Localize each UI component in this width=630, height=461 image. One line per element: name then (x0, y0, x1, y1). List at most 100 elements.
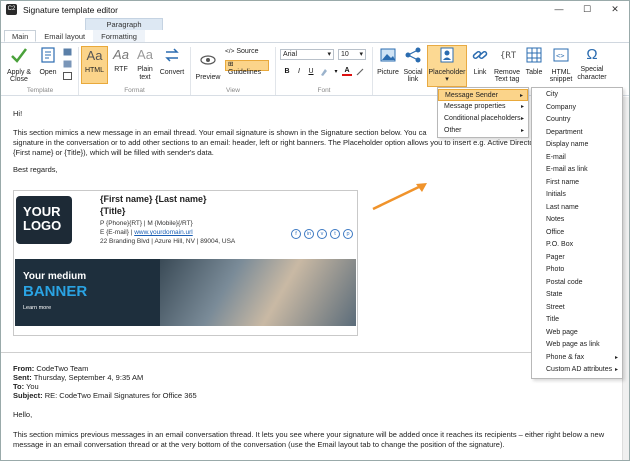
vertical-scrollbar[interactable] (622, 97, 629, 460)
signature-banner[interactable]: Your medium BANNER Learn more (15, 259, 356, 326)
close-button[interactable]: ✕ (601, 1, 629, 18)
submenu-item[interactable]: Country (532, 114, 622, 127)
clear-format-icon[interactable] (355, 67, 365, 77)
preview-button[interactable]: Preview (194, 51, 222, 81)
apply-close-button[interactable]: Apply & Close (4, 46, 34, 84)
tab-main[interactable]: Main (4, 30, 37, 42)
submenu-item[interactable]: P.O. Box (532, 239, 622, 252)
save-as-icon[interactable] (63, 60, 72, 68)
signature-address: 22 Branding Blvd | Azure Hill, NV | 8900… (100, 238, 236, 245)
signature-title: {Title} (100, 206, 126, 216)
email-paragraph-line: signature in the conversation or to add … (13, 138, 534, 147)
code-snippet-icon: <> (553, 48, 569, 62)
table-button[interactable]: Table (523, 46, 545, 76)
link-button[interactable]: Link (469, 46, 491, 76)
editor-window: C2 Signature template editor — ☐ ✕ Parag… (0, 0, 630, 461)
signature-email-line: E {E-mail} | www.yourdomain.url (100, 229, 193, 236)
signature-block[interactable]: YOUR LOGO {First name} {Last name} {Titl… (13, 190, 358, 336)
html-snippet-button[interactable]: <> HTML snippet (547, 46, 575, 84)
group-label-font: Font (317, 87, 331, 94)
submenu-item[interactable]: Department (532, 127, 622, 140)
open-file-icon (41, 47, 55, 63)
submenu-item[interactable]: Postal code (532, 277, 622, 290)
submenu-item[interactable]: Street (532, 302, 622, 315)
vimeo-icon[interactable]: v (317, 229, 327, 239)
company-logo: YOUR LOGO (16, 196, 72, 244)
menu-item-message-sender[interactable]: Message Sender ▸ (438, 89, 528, 101)
submenu-item[interactable]: Company (532, 102, 622, 115)
submenu-item[interactable]: E-mail (532, 152, 622, 165)
signature-name: {First name} {Last name} (100, 194, 207, 204)
save-icon[interactable] (63, 48, 72, 56)
rtf-format-button[interactable]: Aa RTF (110, 46, 132, 74)
svg-text:<>: <> (556, 52, 564, 60)
previous-subject: Subject: RE: CodeTwo Email Signatures fo… (13, 391, 197, 400)
email-preview-area[interactable]: Hi! This section mimics a new message in… (1, 97, 622, 460)
export-icon[interactable] (63, 72, 72, 80)
submenu-item[interactable]: First name (532, 177, 622, 190)
submenu-item[interactable]: Photo (532, 264, 622, 277)
html-aa-icon: Aa (86, 48, 103, 63)
minimize-button[interactable]: — (545, 1, 573, 18)
remove-text-tag-button[interactable]: {RT} Remove Text tag (493, 46, 522, 84)
submenu-item[interactable]: Display name (532, 139, 622, 152)
submenu-item[interactable]: Last name (532, 202, 622, 215)
submenu-item[interactable]: Notes (532, 214, 622, 227)
guidelines-icon: ⊞ (228, 61, 234, 68)
tab-email-layout[interactable]: Email layout (36, 30, 93, 42)
font-color-button[interactable]: A (342, 66, 352, 76)
tab-formatting[interactable]: Formatting (93, 30, 145, 42)
linkedin-icon[interactable]: in (304, 229, 314, 239)
font-size-select[interactable]: 10 ▾ (338, 49, 366, 60)
bold-button[interactable]: B (282, 67, 292, 77)
submenu-item[interactable]: Web page as link (532, 339, 622, 352)
font-family-select[interactable]: Arial ▾ (280, 49, 334, 60)
font-size-dropdown[interactable]: ▾ (331, 67, 341, 77)
facebook-icon[interactable]: f (291, 229, 301, 239)
submenu-item[interactable]: Pager (532, 252, 622, 265)
window-title: Signature template editor (23, 4, 118, 15)
source-icon: </> (225, 48, 235, 55)
contextual-tab-label: Paragraph (85, 18, 163, 30)
maximize-button[interactable]: ☐ (573, 1, 601, 18)
special-character-button[interactable]: Ω Special character (577, 46, 607, 81)
group-label-template: Template (26, 87, 54, 94)
submenu-item[interactable]: Title (532, 314, 622, 327)
group-label-view: View (226, 87, 240, 94)
social-link-button[interactable]: Social link (402, 46, 424, 84)
svg-text:{RT}: {RT} (500, 51, 516, 61)
submenu-item[interactable]: Office (532, 227, 622, 240)
pinterest-icon[interactable]: p (343, 229, 353, 239)
title-bar: C2 Signature template editor — ☐ ✕ (1, 1, 629, 18)
convert-button[interactable]: Convert (158, 46, 186, 76)
submenu-item-phone-fax[interactable]: Phone & fax ▸ (532, 352, 622, 365)
submenu-item[interactable]: State (532, 289, 622, 302)
submenu-item[interactable]: Initials (532, 189, 622, 202)
separator (190, 47, 191, 95)
submenu-item-custom-ad[interactable]: Custom AD attributes ▸ (532, 364, 622, 377)
underline-button[interactable]: U (306, 67, 316, 77)
group-label-format: Format (124, 87, 145, 94)
email-greeting: Hi! (13, 109, 23, 118)
omega-icon: Ω (586, 46, 598, 63)
submenu-item[interactable]: City (532, 89, 622, 102)
guidelines-button[interactable]: ⊞ Guidelines (225, 60, 269, 76)
menu-item-conditional-placeholders[interactable]: Conditional placeholders ▸ (438, 113, 528, 125)
placeholder-button[interactable]: Placeholder ▾ (427, 45, 467, 87)
submenu-item[interactable]: Web page (532, 327, 622, 340)
menu-item-message-properties[interactable]: Message properties ▸ (438, 101, 528, 113)
submenu-item[interactable]: E-mail as link (532, 164, 622, 177)
source-button[interactable]: </> Source (225, 48, 263, 58)
table-icon (526, 47, 542, 63)
italic-button[interactable]: I (294, 67, 304, 77)
open-button[interactable]: Open (36, 46, 60, 76)
plain-text-format-button[interactable]: Aa Plain text (134, 46, 156, 81)
email-regards: Best regards, (13, 165, 58, 174)
twitter-icon[interactable]: t (330, 229, 340, 239)
picture-button[interactable]: Picture (375, 46, 401, 76)
text-highlight-icon[interactable] (319, 67, 329, 77)
menu-item-other[interactable]: Other ▸ (438, 125, 528, 137)
previous-paragraph-line: message in an email conversation thread … (13, 440, 505, 449)
website-link[interactable]: www.yourdomain.url (134, 229, 193, 236)
html-format-button[interactable]: Aa HTML (81, 46, 108, 84)
